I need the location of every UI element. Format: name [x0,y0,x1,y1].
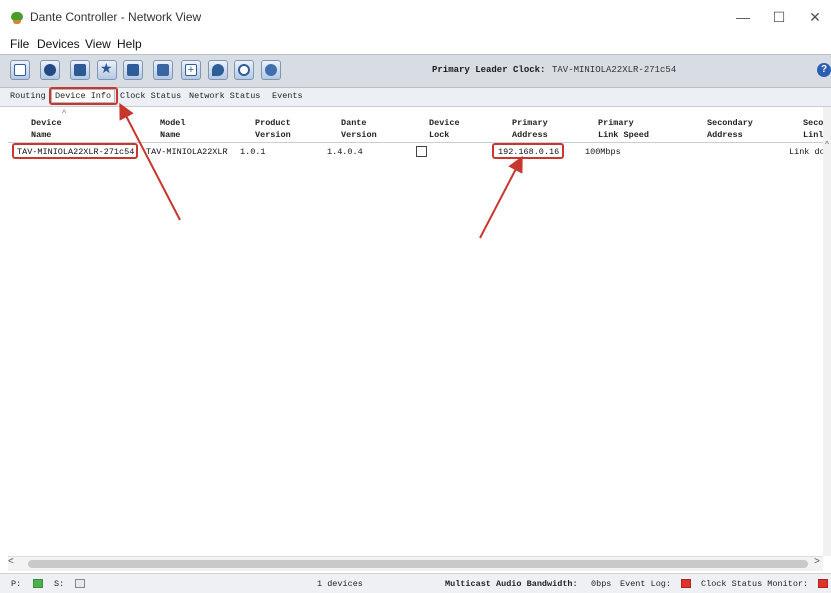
close-button[interactable]: ✕ [800,6,830,28]
event-log-label: Event Log: [620,579,672,589]
column-header-dante-version[interactable]: Dante Version [341,117,377,141]
scroll-right-arrow[interactable]: > [814,556,820,567]
menu-devices[interactable]: Devices [37,37,80,51]
device-info-tab-highlight [49,87,118,105]
sort-indicator: ^ [62,108,67,118]
horizontal-scrollbar[interactable] [8,556,823,571]
window-title: Dante Controller - Network View [30,10,202,24]
network-globe-icon[interactable] [261,60,281,80]
vertical-scrollbar[interactable] [823,107,831,556]
cell-secondary-link: Link do [789,147,825,157]
status-bar: P: S: 1 devices Multicast Audio Bandwidt… [0,573,831,593]
event-log-indicator[interactable] [681,579,691,588]
network-view-icon[interactable] [10,60,30,80]
menu-file[interactable]: File [10,37,29,51]
title-bar: Dante Controller - Network View — ☐ ✕ [0,0,831,34]
scroll-up-arrow[interactable]: ^ [823,140,831,149]
column-header-model-name[interactable]: Model Name [160,117,186,141]
primary-status-label: P: [11,579,22,589]
tab-clock-status[interactable]: Clock Status [120,91,181,101]
primary-leader-clock-value: TAV-MINIOLA22XLR-271c54 [552,65,677,75]
favorite-star-icon[interactable]: ★ [97,60,117,80]
cell-dante-version: 1.4.0.4 [327,147,363,157]
column-header-primary-link-speed[interactable]: Primary Link Speed [598,117,649,141]
column-header-device-name[interactable]: Device Name [31,117,62,141]
refresh-icon[interactable] [40,60,60,80]
dante-app-icon [11,12,23,24]
secondary-status-indicator [75,579,85,588]
device-view-icon[interactable] [153,60,173,80]
multicast-bandwidth-label: Multicast Audio Bandwidth: [445,579,578,589]
column-header-primary-address[interactable]: Primary Address [512,117,548,141]
folder-icon[interactable] [70,60,90,80]
device-name-highlight [12,143,138,159]
menu-bar: File Devices View Help [0,34,831,54]
clock-droplet-icon[interactable] [208,60,228,80]
column-header-device-lock[interactable]: Device Lock [429,117,460,141]
column-header-secondary-address[interactable]: Secondary Address [707,117,753,141]
primary-status-indicator [33,579,43,588]
secondary-status-label: S: [54,579,65,589]
status-circle-icon[interactable] [234,60,254,80]
minimize-button[interactable]: — [728,6,758,28]
device-info-table [8,107,823,556]
column-header-product-version[interactable]: Product Version [255,117,291,141]
column-header-secondary-link[interactable]: Seco Linl [803,117,823,141]
device-count: 1 devices [317,579,363,589]
device-tree-icon[interactable] [123,60,143,80]
tab-routing[interactable]: Routing [10,91,46,101]
horizontal-scroll-thumb[interactable] [28,560,808,568]
toolbar: ★ + Primary Leader Clock: TAV-MINIOLA22X… [0,54,831,88]
clock-status-monitor-label: Clock Status Monitor: [701,579,809,589]
tab-network-status[interactable]: Network Status [189,91,260,101]
menu-help[interactable]: Help [117,37,142,51]
cell-model-name: TAV-MINIOLA22XLR [146,147,228,157]
maximize-button[interactable]: ☐ [764,6,794,28]
clock-status-monitor-indicator[interactable] [818,579,828,588]
primary-leader-clock-label: Primary Leader Clock: [432,65,546,75]
cell-primary-link-speed: 100Mbps [585,147,621,157]
menu-view[interactable]: View [85,37,111,51]
multicast-bandwidth-value: 0bps [591,579,612,589]
cell-product-version: 1.0.1 [240,147,266,157]
tab-events[interactable]: Events [272,91,303,101]
primary-address-highlight [492,143,564,159]
help-icon[interactable]: ? [817,63,831,77]
scroll-left-arrow[interactable]: < [8,556,14,567]
device-lock-checkbox[interactable] [416,146,427,157]
add-icon[interactable]: + [181,60,201,80]
tab-bar: Routing Device Info Clock Status Network… [0,88,831,107]
